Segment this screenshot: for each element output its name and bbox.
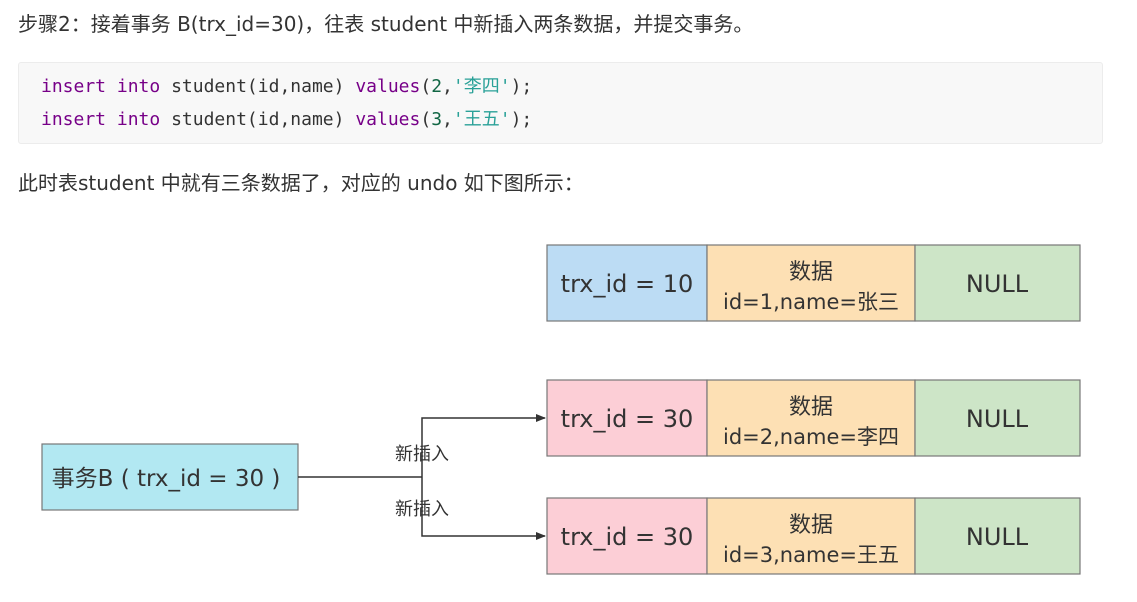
record-3-data-title: 数据 [789,513,833,538]
record-2-null-pointer: NULL [966,405,1029,433]
record-2-data-title: 数据 [789,395,833,420]
record-1-data-value: id=1,name=张三 [723,290,899,314]
undo-log-diagram: trx_id = 10 数据 id=1,name=张三 NULL trx_id … [41,244,1081,575]
undo-record-3: trx_id = 30 数据 id=3,name=王五 NULL [546,497,1081,575]
record-2-trx-label: trx_id = 30 [561,405,694,433]
undo-record-2: trx_id = 30 数据 id=2,name=李四 NULL [546,379,1081,457]
record-3-null-pointer: NULL [966,523,1029,551]
insert-label-bottom: 新插入 [395,499,449,520]
record-3-trx-label: trx_id = 30 [561,523,694,551]
record-1-null-pointer: NULL [966,270,1029,298]
record-1-trx-label: trx_id = 10 [561,270,694,298]
transaction-b-label: 事务B ( trx_id = 30 ) [52,466,281,492]
insert-label-top: 新插入 [395,444,449,465]
record-3-data-value: id=3,name=王五 [723,543,899,567]
record-2-data-value: id=2,name=李四 [723,425,899,449]
record-1-data-title: 数据 [789,260,833,285]
undo-record-1: trx_id = 10 数据 id=1,name=张三 NULL [546,244,1081,322]
transaction-b-box: 事务B ( trx_id = 30 ) [41,443,299,511]
